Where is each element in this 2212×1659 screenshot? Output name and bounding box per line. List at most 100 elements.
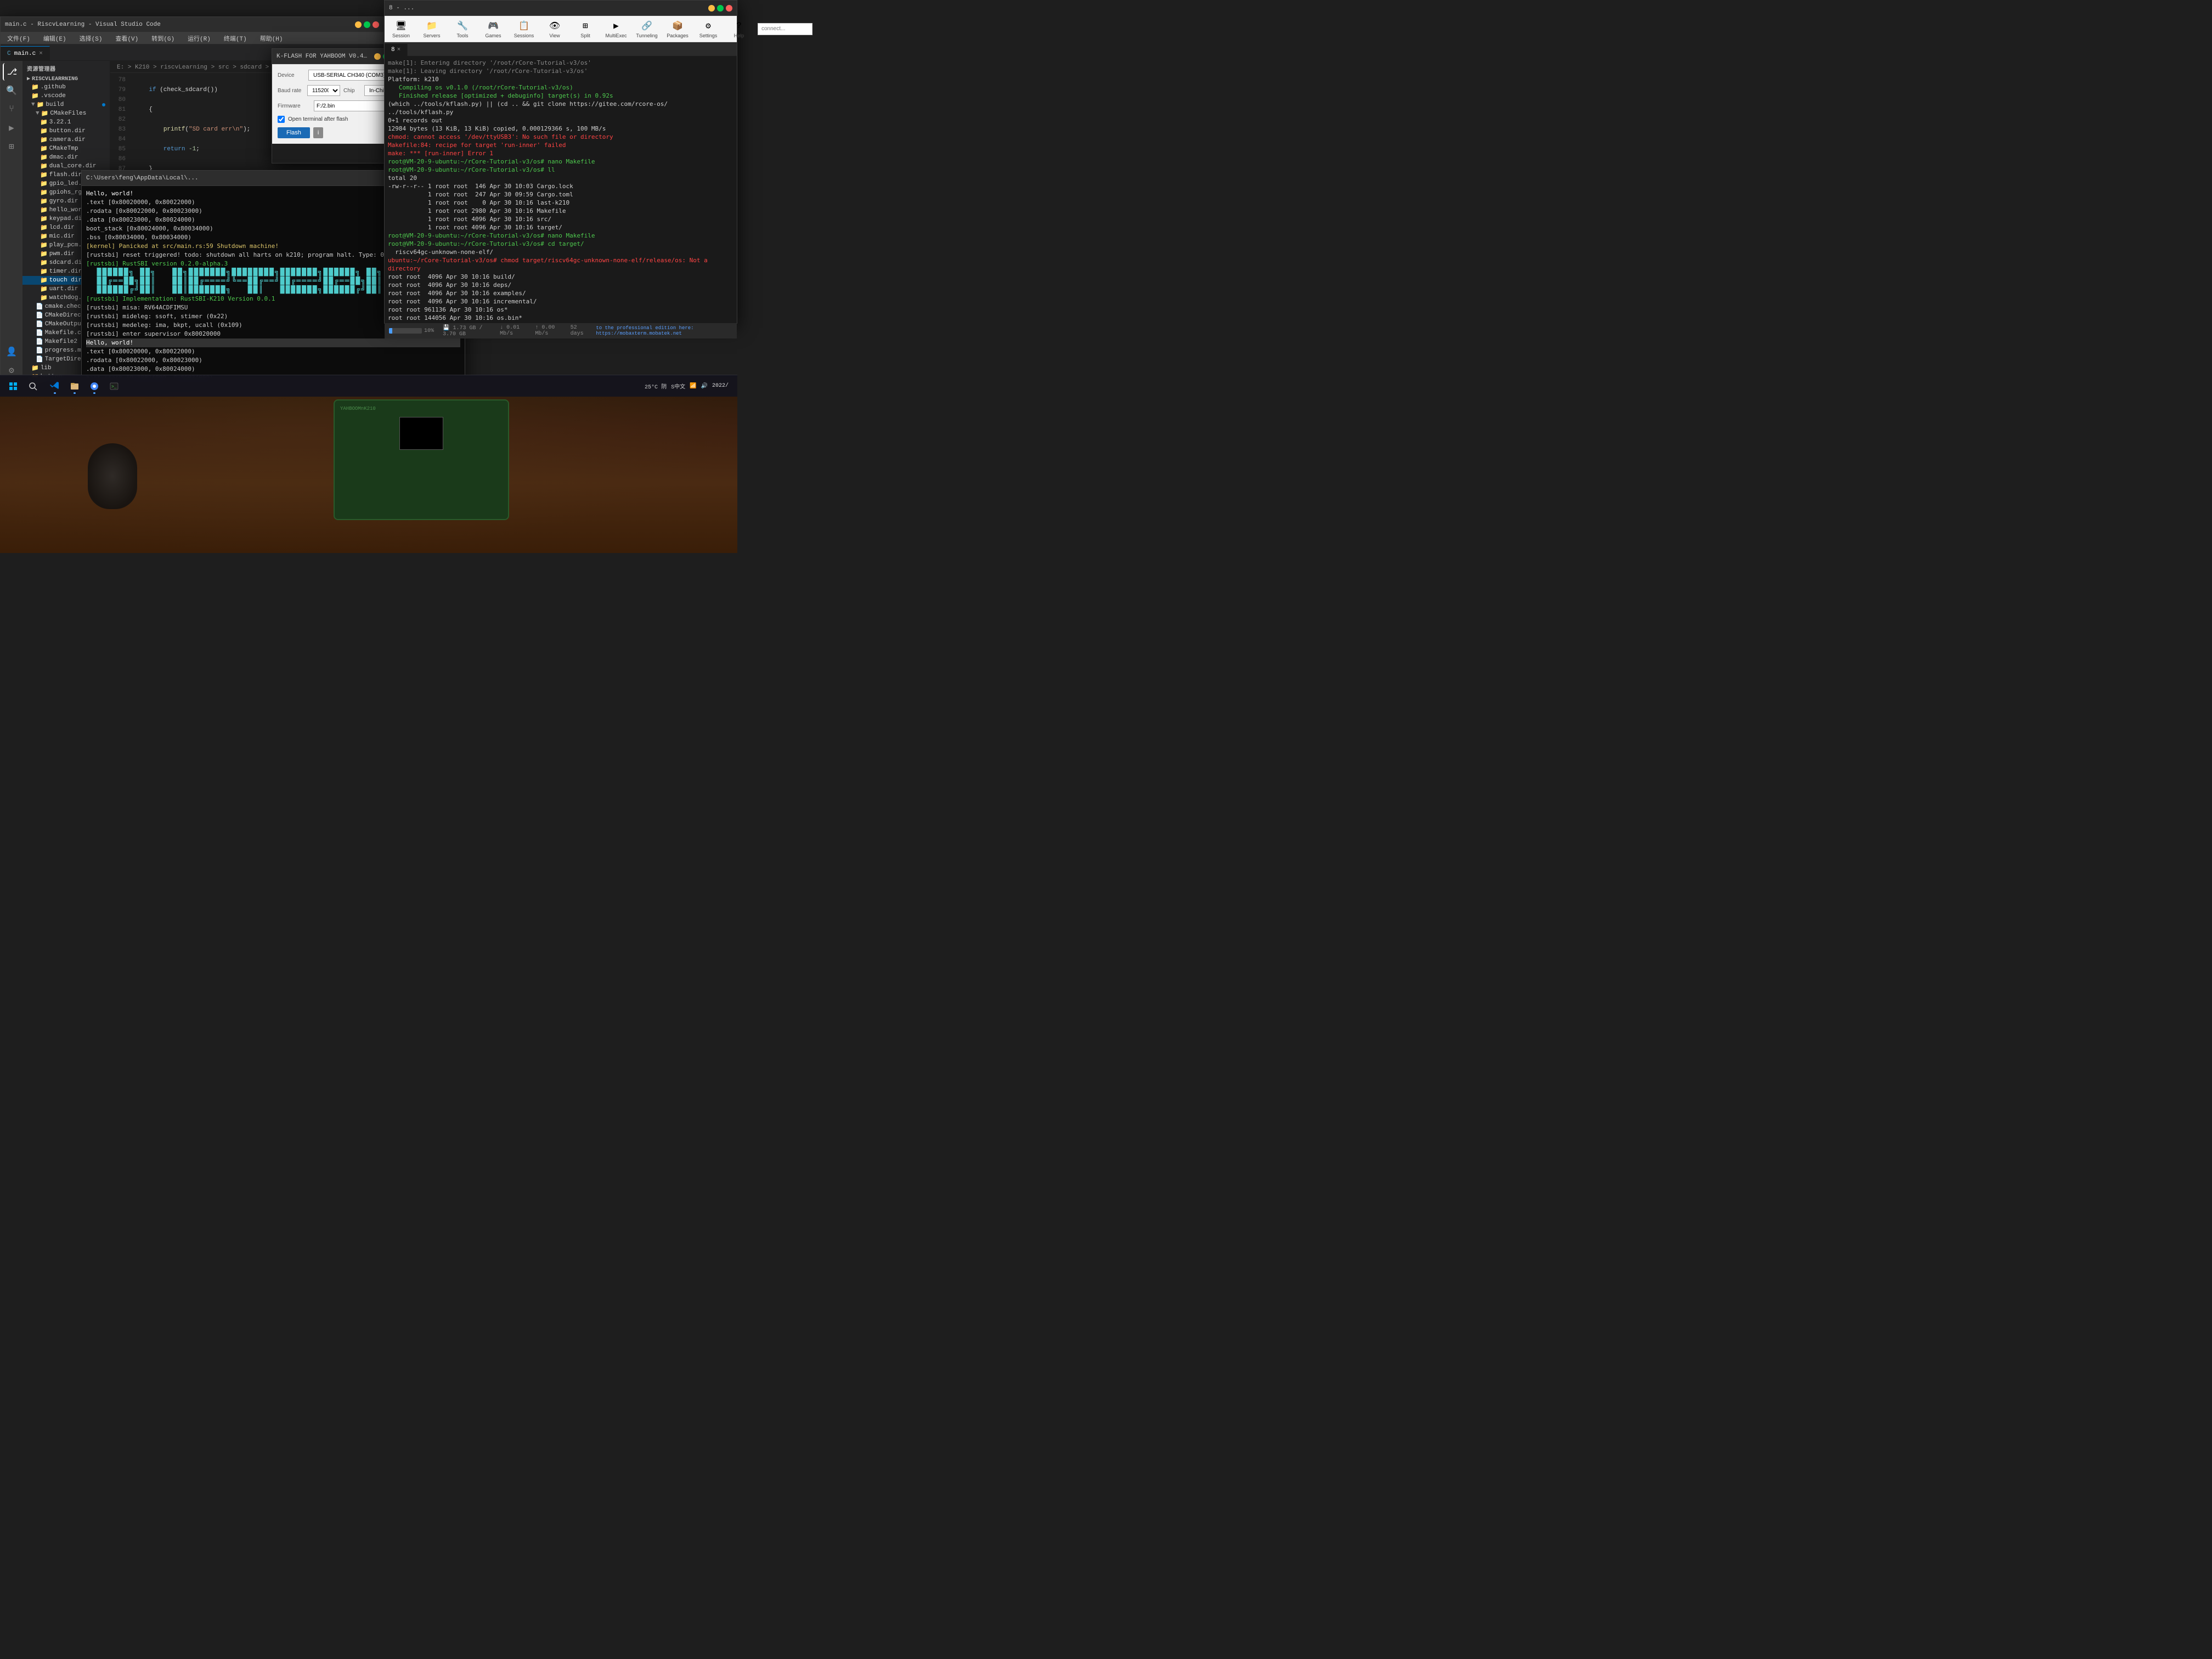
taskbar-sound-icon: 🔊 (701, 383, 708, 390)
mobaterm-tab-close[interactable]: × (397, 47, 401, 53)
taskbar-app-explorer[interactable] (66, 377, 83, 395)
mobaterm-line: Compiling os v0.1.0 (/root/rCore-Tutoria… (388, 83, 733, 92)
mobaterm-view-btn[interactable]: 👁 View (543, 18, 567, 41)
sidebar-item-camera-dir[interactable]: 📁 camera.dir (22, 136, 110, 144)
mobaterm-maximize-button[interactable] (717, 5, 724, 12)
vscode-title: main.c - RiscvLearning - Visual Studio C… (5, 21, 351, 28)
mobaterm-line: root root 4096 Apr 30 10:16 examples/ (388, 289, 733, 297)
minimize-button[interactable] (355, 21, 362, 28)
mobaterm-sessions-btn[interactable]: 📋 Sessions (512, 18, 536, 41)
sessions-label: Sessions (514, 33, 534, 38)
mobaterm-multiexec-btn[interactable]: ▶ MultiExec (604, 18, 628, 41)
kflash-flash-button[interactable]: Flash (278, 127, 310, 138)
activity-search[interactable]: 🔍 (3, 82, 20, 99)
menu-terminal[interactable]: 终端(T) (222, 34, 249, 43)
mobaterm-tab-8[interactable]: 8 × (385, 44, 408, 56)
kflash-minimize-button[interactable] (374, 53, 381, 60)
sidebar-item-3221[interactable]: 📁 3.22.1 (22, 118, 110, 127)
activity-explorer[interactable]: ⎇ (3, 63, 20, 81)
mobaterm-line: 1 root root 2980 Apr 30 10:16 Makefile (388, 207, 733, 215)
sidebar-item-cmaketmp[interactable]: 📁 CMakeTmp (22, 144, 110, 153)
maximize-button[interactable] (364, 21, 370, 28)
activity-git[interactable]: ⑂ (3, 100, 20, 118)
mobaterm-toolbar: 🖥 Session 📁 Servers 🔧 Tools 🎮 Games 📋 Se… (385, 16, 737, 42)
mobaterm-close-button[interactable] (726, 5, 732, 12)
mobaterm-servers-btn[interactable]: 📁 Servers (420, 18, 444, 41)
activity-account[interactable]: 👤 (3, 343, 20, 360)
games-icon: 🎮 (487, 20, 499, 32)
mobaterm-line: root root 144056 Apr 30 10:16 os.bin* (388, 314, 733, 322)
mobaterm-tabs: 8 × (385, 42, 737, 57)
kflash-info-button[interactable]: i (313, 127, 323, 138)
mobaterm-help-btn[interactable]: ? Help (727, 18, 751, 41)
menu-view[interactable]: 查看(V) (113, 34, 140, 43)
sidebar-item-dual-core-dir[interactable]: 📁 dual_core.dir (22, 162, 110, 171)
mobaterm-connect-input[interactable] (758, 23, 812, 35)
mobaterm-line: ../tools/kflash.py (388, 108, 733, 116)
menu-goto[interactable]: 转到(G) (149, 34, 177, 43)
mobaterm-window-controls (708, 5, 732, 12)
sidebar-item-button-dir[interactable]: 📁 button.dir (22, 127, 110, 136)
net-up-label: ↑ 0.00 Mb/s (535, 325, 561, 337)
mobaterm-tools-btn[interactable]: 🔧 Tools (450, 18, 475, 41)
settings-icon: ⚙ (702, 20, 714, 32)
taskbar-search-button[interactable] (24, 377, 42, 395)
tab-main-c[interactable]: C main.c × (1, 46, 50, 60)
close-button[interactable] (373, 21, 379, 28)
sidebar-project[interactable]: ▶ RISCVLEARRNING (22, 75, 110, 83)
mobaterm-tunneling-btn[interactable]: 🔗 Tunneling (635, 18, 659, 41)
taskbar-app-terminal[interactable]: >_ (105, 377, 123, 395)
board-screen (399, 417, 443, 450)
mobaterm-session-btn[interactable]: 🖥 Session (389, 18, 413, 41)
mobaterm-window: 8 - ... 🖥 Session 📁 Servers 🔧 Tools 🎮 Ga… (384, 0, 737, 324)
terminal-title: C:\Users\feng\AppData\Local\... (86, 175, 432, 182)
activity-extensions[interactable]: ⊞ (3, 138, 20, 155)
mobaterm-line: 1 root root 4096 Apr 30 10:16 src/ (388, 215, 733, 223)
kflash-baud-select[interactable]: 115200 (307, 85, 340, 96)
mouse (88, 443, 137, 509)
tab-close-button[interactable]: × (39, 50, 43, 57)
taskbar-app-chrome[interactable] (86, 377, 103, 395)
activity-debug[interactable]: ▶ (3, 119, 20, 137)
mobaterm-line: (which ../tools/kflash.py) || (cd .. && … (388, 100, 733, 108)
mobaterm-body[interactable]: make[1]: Entering directory '/root/rCore… (385, 57, 737, 323)
view-label: View (549, 33, 560, 38)
kflash-action-row: Flash i (278, 127, 397, 138)
terminal-line: .rodata [0x80022000, 0x80023000) (86, 356, 460, 365)
taskbar-app-vscode[interactable] (46, 377, 64, 395)
packages-icon: 📦 (672, 20, 684, 32)
mobaterm-line: root root 4096 Apr 30 10:16 deps/ (388, 281, 733, 289)
mobaterm-settings-btn[interactable]: ⚙ Settings (696, 18, 720, 41)
kflash-window: K-FLASH FOR YAHBOOM V0.4.2 Device USB-SE… (272, 48, 403, 163)
vscode-icon (50, 381, 60, 391)
menu-run[interactable]: 运行(R) (185, 34, 213, 43)
start-button[interactable] (4, 377, 22, 395)
kflash-baud-row: Baud rate 115200 Chip In-Chip (278, 85, 397, 96)
desk-area (0, 377, 737, 553)
kflash-open-terminal-checkbox[interactable] (278, 116, 285, 123)
vscode-activity-bar: ⎇ 🔍 ⑂ ▶ ⊞ 👤 ⚙ (1, 61, 22, 383)
menu-help[interactable]: 帮助(H) (258, 34, 285, 43)
sidebar-item-github[interactable]: 📁 .github (22, 83, 110, 92)
taskbar-ime[interactable]: S中文 (671, 382, 685, 391)
help-label: Help (734, 33, 744, 38)
menu-select[interactable]: 选择(S) (77, 34, 105, 43)
games-label: Games (485, 33, 501, 38)
mobaterm-games-btn[interactable]: 🎮 Games (481, 18, 505, 41)
taskbar-clock[interactable]: 2022/ (712, 382, 729, 390)
mobaterm-packages-btn[interactable]: 📦 Packages (665, 18, 690, 41)
mobaterm-line: root root 961136 Apr 30 10:16 os* (388, 306, 733, 314)
sidebar-item-cmakefiles[interactable]: ▼ 📁 CMakeFiles (22, 109, 110, 118)
mobaterm-split-btn[interactable]: ⊞ Split (573, 18, 597, 41)
sidebar-item-dmac-dir[interactable]: 📁 dmac.dir (22, 153, 110, 162)
sidebar-item-build[interactable]: ▼ 📁 build (22, 100, 110, 109)
sidebar-header: 资源管理器 (22, 61, 110, 75)
mobaterm-minimize-button[interactable] (708, 5, 715, 12)
menu-edit[interactable]: 编辑(E) (41, 34, 69, 43)
mobaterm-line: 1 root root 4096 Apr 30 10:16 target/ (388, 223, 733, 232)
menu-file[interactable]: 文件(F) (5, 34, 32, 43)
explorer-icon (70, 381, 80, 391)
settings-label: Settings (699, 33, 718, 38)
sidebar-item-vscode[interactable]: 📁 .vscode (22, 92, 110, 100)
taskbar-apps: >_ (46, 377, 645, 395)
